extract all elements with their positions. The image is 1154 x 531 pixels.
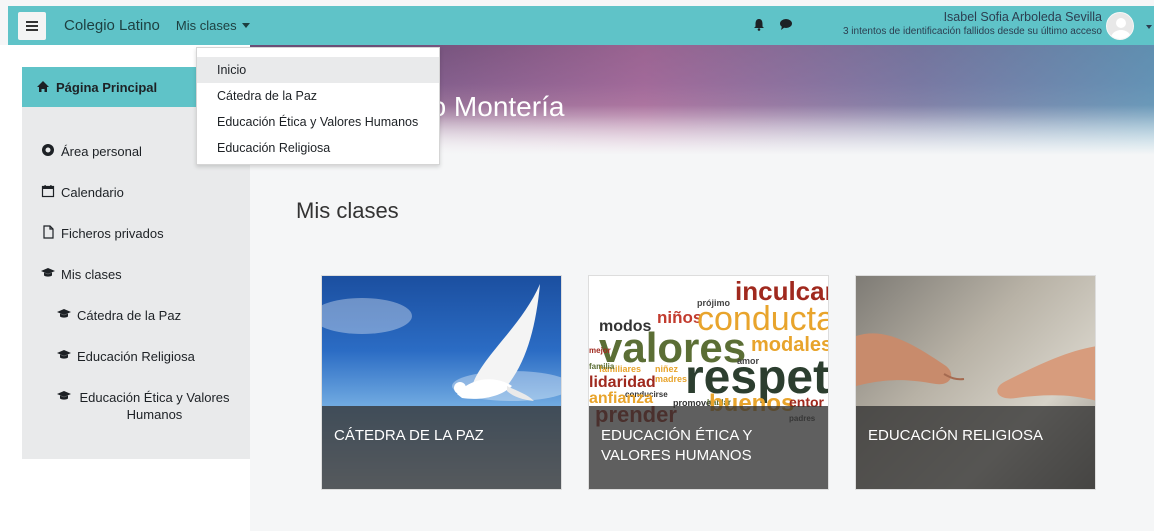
chat-bubble-icon[interactable] [779, 18, 793, 31]
course-card-educacion-religiosa[interactable]: EDUCACIÓN RELIGIOSA [855, 275, 1096, 490]
course-card-title: EDUCACIÓN ÉTICA Y VALORES HUMANOS [589, 406, 828, 489]
dropdown-item-inicio[interactable]: Inicio [197, 57, 439, 83]
avatar[interactable] [1106, 12, 1134, 40]
course-card-title: EDUCACIÓN RELIGIOSA [856, 406, 1095, 489]
sidebar-item-educacion-etica[interactable]: Educación Ética y Valores Humanos [22, 389, 232, 423]
course-card-educacion-etica[interactable]: inculcar prójimo modos niños conducta va… [588, 275, 829, 490]
sidebar-item-catedra-de-la-paz[interactable]: Cátedra de la Paz [22, 307, 250, 324]
dropdown-item-educacion-religiosa[interactable]: Educación Religiosa [197, 135, 439, 161]
sidebar-item-mis-clases[interactable]: Mis clases [22, 266, 250, 283]
bell-icon[interactable] [753, 18, 765, 31]
wordcloud-word: niñez [655, 364, 679, 374]
dropdown-item-catedra-de-la-paz[interactable]: Cátedra de la Paz [197, 83, 439, 109]
user-caret-icon[interactable] [1146, 25, 1152, 29]
sidebar-item-ficheros-privados[interactable]: Ficheros privados [22, 225, 250, 242]
wordcloud-word: familia [589, 362, 615, 371]
hamburger-menu-button[interactable] [18, 11, 46, 40]
wordcloud-word: mejor [589, 346, 611, 355]
course-card-catedra-de-la-paz[interactable]: CÁTEDRA DE LA PAZ [321, 275, 562, 490]
graduation-cap-icon [57, 350, 71, 359]
course-card-title: CÁTEDRA DE LA PAZ [322, 406, 561, 489]
graduation-cap-icon [57, 309, 71, 318]
user-menu[interactable]: Isabel Sofia Arboleda Sevilla 3 intentos… [843, 10, 1102, 37]
wordcloud-word: madres [655, 374, 688, 384]
mis-clases-menu-label: Mis clases [175, 18, 237, 33]
graduation-cap-icon [41, 268, 55, 277]
login-failures-notice: 3 intentos de identificación fallidos de… [842, 26, 1102, 37]
mis-clases-menu[interactable]: Mis clases [176, 18, 250, 33]
top-navbar: Colegio Latino Mis clases Isabel Sofia A… [8, 6, 1154, 45]
user-name: Isabel Sofia Arboleda Sevilla [943, 10, 1102, 24]
sidebar-item-calendario[interactable]: Calendario [22, 184, 250, 201]
caret-down-icon [241, 23, 250, 28]
home-icon [37, 81, 49, 92]
graduation-cap-icon [57, 391, 71, 400]
sidebar-item-educacion-religiosa[interactable]: Educación Religiosa [22, 348, 250, 365]
file-icon [43, 225, 54, 239]
calendar-icon [41, 185, 55, 198]
site-brand[interactable]: Colegio Latino [64, 17, 160, 34]
mis-clases-dropdown: Inicio Cátedra de la Paz Educación Ética… [196, 47, 440, 165]
section-title: Mis clases [296, 198, 399, 223]
dashboard-icon [42, 144, 54, 156]
hamburger-icon [26, 20, 38, 31]
dropdown-item-educacion-etica[interactable]: Educación Ética y Valores Humanos [197, 109, 439, 135]
